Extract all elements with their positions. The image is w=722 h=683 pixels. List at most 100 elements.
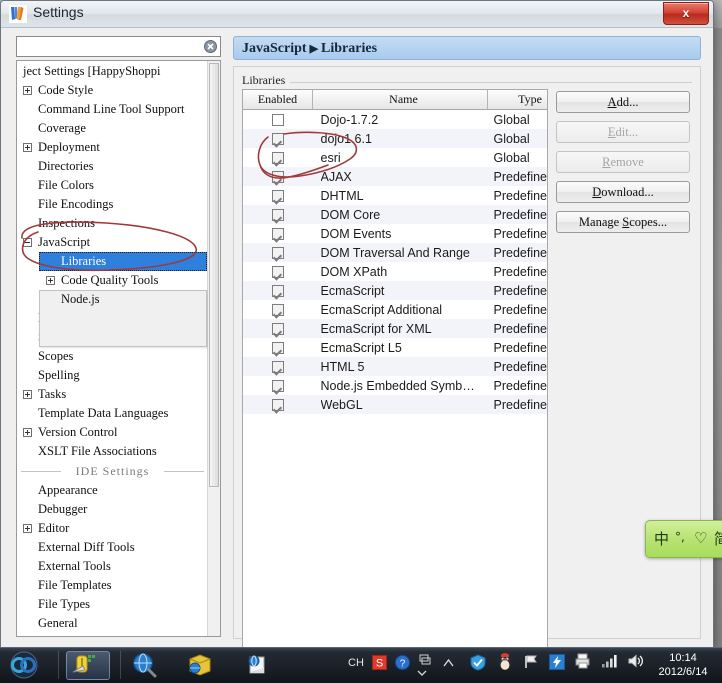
table-row[interactable]: DHTML Predefined	[243, 186, 547, 205]
network-signal-icon[interactable]	[601, 654, 618, 671]
remove-button[interactable]: Remove	[556, 151, 690, 173]
expand-plus-icon[interactable]	[46, 276, 55, 285]
sidebar-item-libraries[interactable]: Libraries	[39, 252, 207, 271]
sidebar-item-nodejs[interactable]: Node.js	[17, 290, 208, 309]
download-button[interactable]: Download...	[556, 181, 690, 203]
column-header-name[interactable]: Name	[312, 90, 488, 110]
tree-item-general[interactable]: General	[17, 614, 208, 633]
checkbox-checked-icon[interactable]	[271, 266, 284, 279]
clear-circle-icon[interactable]	[204, 40, 217, 53]
search-input[interactable]	[20, 38, 204, 57]
qq-penguin-icon[interactable]	[497, 653, 513, 674]
start-button[interactable]	[4, 650, 52, 681]
expand-plus-icon[interactable]	[23, 86, 32, 95]
tree-item-github[interactable]: GitHub	[17, 633, 208, 636]
table-row[interactable]: dojo1.6.1 Global	[243, 129, 547, 148]
taskbar-item-pdf-reader[interactable]	[240, 651, 284, 680]
taskbar-item-search-browser[interactable]	[128, 651, 172, 680]
tree-item-external-tools[interactable]: External Tools	[17, 557, 208, 576]
table-row[interactable]: HTML 5 Predefined	[243, 357, 547, 376]
checkbox-checked-icon[interactable]	[271, 247, 284, 260]
checkbox-checked-icon[interactable]	[271, 190, 284, 203]
expand-plus-icon[interactable]	[23, 143, 32, 152]
checkbox-checked-icon[interactable]	[271, 399, 284, 412]
checkbox-checked-icon[interactable]	[271, 380, 284, 393]
add-button[interactable]: Add...	[556, 91, 690, 113]
expand-plus-icon[interactable]	[23, 390, 32, 399]
cell-enabled[interactable]	[243, 338, 313, 357]
shield-security-icon[interactable]	[470, 654, 486, 674]
table-row[interactable]: EcmaScript L5 Predefined	[243, 338, 547, 357]
tree-item-deployment[interactable]: Deployment	[17, 138, 208, 157]
tree-item-file-encodings[interactable]: File Encodings	[17, 195, 208, 214]
tree-item-xslt-file-associations[interactable]: XSLT File Associations	[17, 442, 208, 461]
expand-plus-icon[interactable]	[23, 428, 32, 437]
collapse-minus-icon[interactable]	[23, 238, 32, 247]
checkbox-checked-icon[interactable]	[271, 228, 284, 241]
table-row[interactable]: DOM Traversal And Range Predefined	[243, 243, 547, 262]
cell-enabled[interactable]	[243, 281, 313, 300]
tree-item-command-line-tool-support[interactable]: Command Line Tool Support	[17, 100, 208, 119]
tree-item-editor[interactable]: Editor	[17, 519, 208, 538]
edit-button[interactable]: Edit...	[556, 121, 690, 143]
cell-enabled[interactable]	[243, 376, 313, 395]
taskbar-item-package[interactable]	[182, 651, 226, 680]
tree-item-directories[interactable]: Directories	[17, 157, 208, 176]
column-header-type[interactable]: Type	[487, 90, 547, 110]
table-row[interactable]: WebGL Predefined	[243, 395, 547, 414]
tree-item-file-types[interactable]: File Types	[17, 595, 208, 614]
table-row[interactable]: AJAX Predefined	[243, 167, 547, 186]
tree-item-version-control[interactable]: Version Control	[17, 423, 208, 442]
tree-item-scopes[interactable]: Scopes	[17, 347, 208, 366]
column-header-enabled[interactable]: Enabled	[243, 90, 313, 110]
volume-speaker-icon[interactable]	[628, 654, 644, 671]
tree-item-external-diff-tools[interactable]: External Diff Tools	[17, 538, 208, 557]
cell-enabled[interactable]	[243, 395, 313, 414]
tree-item-spelling[interactable]: Spelling	[17, 366, 208, 385]
cell-enabled[interactable]	[243, 319, 313, 338]
table-row[interactable]: EcmaScript for XML Predefined	[243, 319, 547, 338]
checkbox-checked-icon[interactable]	[271, 361, 284, 374]
sidebar-scrollbar-thumb[interactable]	[209, 63, 219, 487]
cell-enabled[interactable]	[243, 262, 313, 281]
flag-action-center-icon[interactable]	[524, 655, 540, 672]
expand-plus-icon[interactable]	[23, 524, 32, 533]
tree-item-appearance[interactable]: Appearance	[17, 481, 208, 500]
checkbox-checked-icon[interactable]	[271, 285, 284, 298]
table-row[interactable]: DOM Core Predefined	[243, 205, 547, 224]
cell-enabled[interactable]	[243, 129, 313, 148]
close-button[interactable]: x	[663, 2, 709, 25]
table-row[interactable]: Dojo-1.7.2 Global	[243, 109, 547, 129]
tree-item-coverage[interactable]: Coverage	[17, 119, 208, 138]
checkbox-checked-icon[interactable]	[271, 323, 284, 336]
ime-ch-indicator[interactable]: CH	[348, 657, 364, 669]
checkbox-unchecked-icon[interactable]	[271, 114, 284, 127]
table-row[interactable]: EcmaScript Additional Predefined	[243, 300, 547, 319]
table-row[interactable]: EcmaScript Predefined	[243, 281, 547, 300]
cell-enabled[interactable]	[243, 186, 313, 205]
tree-item-template-data-languages[interactable]: Template Data Languages	[17, 404, 208, 423]
tree-item-javascript[interactable]: JavaScript	[17, 233, 208, 252]
checkbox-checked-icon[interactable]	[271, 342, 284, 355]
libraries-table-container[interactable]: Enabled Name Type Dojo-1.7.2 Global dojo1.…	[242, 89, 548, 673]
table-row[interactable]: esri Global	[243, 148, 547, 167]
tree-item-debugger[interactable]: Debugger	[17, 500, 208, 519]
checkbox-checked-icon[interactable]	[271, 152, 284, 165]
ime-punctuation-icon[interactable]: °,	[675, 530, 685, 544]
show-hidden-arrow-icon[interactable]	[443, 658, 454, 670]
thunder-tray-icon[interactable]	[549, 654, 565, 673]
sidebar-item-code-quality-tools[interactable]: Code Quality Tools	[17, 271, 208, 290]
manage-scopes-button[interactable]: Manage Scopes...	[556, 211, 690, 233]
chevron-down-icon[interactable]	[417, 668, 427, 680]
table-row[interactable]: DOM XPath Predefined	[243, 262, 547, 281]
cell-enabled[interactable]	[243, 205, 313, 224]
tree-item-inspections[interactable]: Inspections	[17, 214, 208, 233]
breadcrumb-parent[interactable]: JavaScript	[242, 41, 307, 56]
ime-simplified-toggle[interactable]: 简	[714, 528, 722, 549]
cell-enabled[interactable]	[243, 357, 313, 376]
sidebar-scrollbar[interactable]	[207, 61, 220, 636]
tree-item-tasks[interactable]: Tasks	[17, 385, 208, 404]
checkbox-checked-icon[interactable]	[271, 209, 284, 222]
checkbox-checked-icon[interactable]	[271, 171, 284, 184]
cell-enabled[interactable]	[243, 148, 313, 167]
